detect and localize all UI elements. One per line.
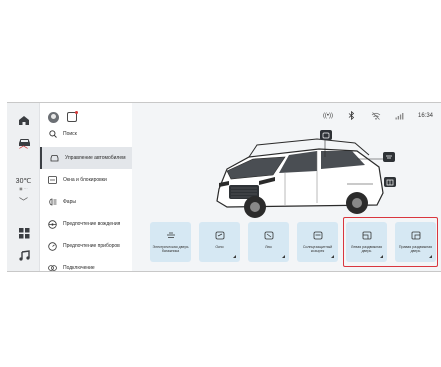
sunroof-icon <box>264 231 274 240</box>
settings-menu: Поиск Управление автомобилем Окна и блок… <box>40 103 132 271</box>
expand-corner-icon <box>282 255 285 258</box>
tile-label: Солнцезащитный козырек <box>302 245 333 253</box>
menu-item-label: Фары <box>63 199 76 205</box>
tile-label: Электрическая дверь багажника <box>152 245 189 253</box>
temp-down-icon[interactable]: ﹀ <box>18 197 29 208</box>
menu-item-label: Подключение <box>63 265 95 271</box>
menu-item-label: Поиск <box>63 131 77 137</box>
headlight-icon <box>48 198 57 207</box>
menu-item-car-control[interactable]: Управление автомобилем <box>40 147 132 169</box>
menu-item-label: Предпочтение вождения <box>63 221 121 227</box>
sliding-door-hotspot-icon[interactable] <box>384 177 396 187</box>
wireless-icon: ((•)) <box>322 112 334 119</box>
temp-up-icon[interactable]: ︿ <box>18 140 29 151</box>
menu-item-instruments[interactable]: Предпочтение приборов <box>40 235 132 257</box>
menu-item-windows-locks[interactable]: Окна и блокировки <box>40 169 132 191</box>
avatar[interactable] <box>48 111 59 123</box>
expand-corner-icon <box>331 255 334 258</box>
window-button[interactable]: Окно <box>199 222 240 262</box>
sunshade-icon <box>313 231 323 240</box>
menu-item-headlights[interactable]: Фары <box>40 191 132 213</box>
menu-item-search[interactable]: Поиск <box>40 123 132 145</box>
car-settings-screen: ︿ 30℃ ◼ ··· ﹀ Поиск Управление автомобил… <box>7 103 441 271</box>
tailgate-button[interactable]: Электрическая дверь багажника <box>150 222 191 262</box>
sunroof-button[interactable]: Люк <box>248 222 289 262</box>
sunroof-hotspot-icon[interactable] <box>320 130 332 140</box>
expand-corner-icon <box>233 255 236 258</box>
wifi-off-icon <box>370 111 382 120</box>
menu-item-label: Управление автомобилем <box>65 155 126 161</box>
left-dock: ︿ 30℃ ◼ ··· ﹀ <box>7 103 40 271</box>
menu-item-label: Окна и блокировки <box>63 177 107 183</box>
menu-item-connection[interactable]: Подключение <box>40 257 132 271</box>
gauge-icon <box>48 241 57 251</box>
temperature-value: 30℃ <box>15 178 32 185</box>
tile-label: Окно <box>215 245 224 249</box>
window-lock-icon <box>48 176 57 185</box>
connection-icon <box>48 264 57 272</box>
menu-item-driving[interactable]: Предпочтение вождения <box>40 213 132 235</box>
fan-indicator: ◼ ··· <box>19 186 28 191</box>
tailgate-hotspot-icon[interactable] <box>383 152 395 162</box>
status-bar: ((•)) 16:34 <box>322 111 433 120</box>
apps-icon[interactable] <box>16 226 32 240</box>
bottom-blank-area <box>7 271 441 367</box>
tailgate-icon <box>166 231 176 240</box>
climate-control[interactable]: ︿ 30℃ ◼ ··· ﹀ <box>9 139 38 209</box>
notification-icon[interactable] <box>67 111 78 122</box>
clock: 16:34 <box>417 112 433 119</box>
car-illustration <box>197 121 392 229</box>
tile-label: Люк <box>265 245 272 249</box>
signal-icon <box>394 111 406 120</box>
search-icon <box>48 130 57 139</box>
music-icon[interactable] <box>16 248 32 262</box>
top-blank-area <box>7 0 441 103</box>
car-control-icon <box>50 154 59 163</box>
window-icon <box>215 231 225 240</box>
menu-item-label: Предпочтение приборов <box>63 243 120 249</box>
bluetooth-icon <box>346 111 358 120</box>
sliding-doors-highlight <box>343 217 438 267</box>
sunshade-button[interactable]: Солнцезащитный козырек <box>297 222 338 262</box>
home-icon[interactable] <box>16 113 32 127</box>
steering-icon <box>48 219 57 229</box>
main-panel: ((•)) 16:34 Электрическая дверь багажник… <box>132 103 441 271</box>
